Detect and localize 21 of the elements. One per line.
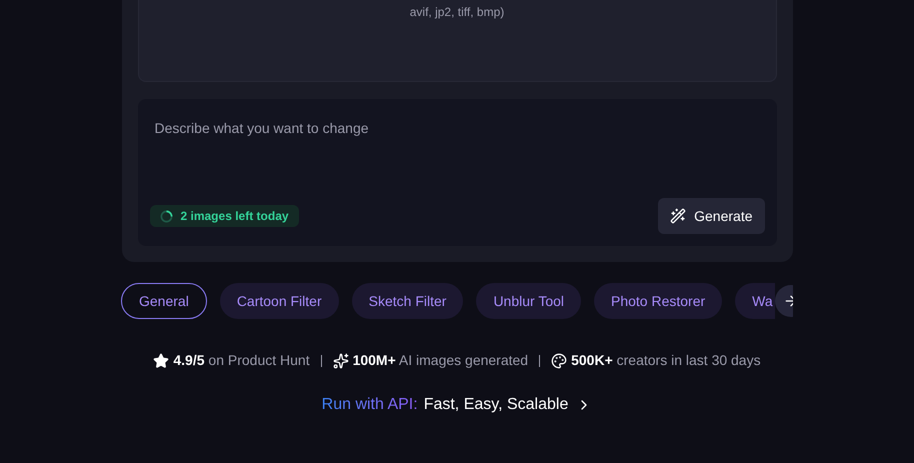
category-chip[interactable]: Wa [735,283,775,319]
generate-button[interactable]: Generate [658,198,764,234]
format-list: avif, jp2, tiff, bmp) [410,3,504,21]
palette-icon [551,352,568,368]
stat-text: 500K+ creators in last 30 days [571,351,761,370]
category-chip[interactable]: Unblur Tool [476,283,581,319]
api-link[interactable]: Run with API: Fast, Easy, Scalable [322,393,592,417]
stat-text: 100M+ AI images generated [352,351,528,370]
quota-badge: 2 images left today [150,205,299,227]
spinner-icon [160,210,172,222]
upload-area[interactable]: avif, jp2, tiff, bmp) [138,0,776,82]
prompt-box[interactable]: Describe what you want to change 2 images left today Generate [138,99,776,246]
sparkles-icon [332,352,349,368]
magic-wand-icon [670,208,686,224]
stat-text: 4.9/5 on Product Hunt [173,351,310,370]
category-chip[interactable]: Cartoon Filter [220,283,339,319]
prompt-field[interactable]: Describe what you want to change [154,118,760,198]
category-chip[interactable]: Sketch Filter [352,283,464,319]
category-chip[interactable]: Photo Restorer [594,283,722,319]
category-chip[interactable]: General [121,283,207,319]
star-icon [153,352,170,368]
